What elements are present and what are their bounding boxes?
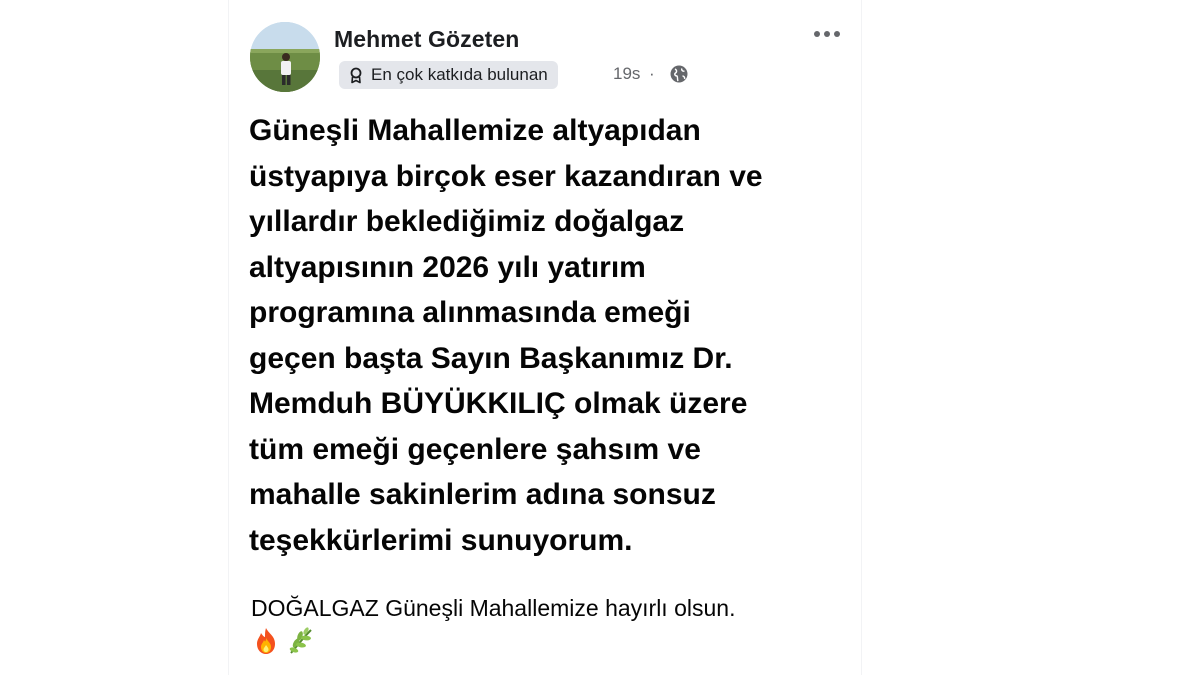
globe-icon[interactable] xyxy=(669,64,689,84)
dot xyxy=(824,31,830,37)
post-timestamp[interactable]: 19s xyxy=(613,64,640,84)
post-headline: Güneşli Mahallemize altyapıdan üstyapıya… xyxy=(249,114,763,557)
meta-separator: · xyxy=(649,64,655,83)
facebook-post: Mehmet Gözeten En çok katkıda bulunan 19… xyxy=(228,0,862,675)
dot xyxy=(834,31,840,37)
page: Mehmet Gözeten En çok katkıda bulunan 19… xyxy=(0,0,1200,675)
author-avatar[interactable] xyxy=(250,22,320,92)
more-options-icon[interactable] xyxy=(807,20,847,48)
emoji-row xyxy=(251,626,315,656)
herb-emoji xyxy=(285,626,315,656)
avatar-photo xyxy=(250,22,320,92)
author-name[interactable]: Mehmet Gözeten xyxy=(334,26,519,53)
fire-emoji xyxy=(251,626,281,656)
dot xyxy=(814,31,820,37)
contributor-badge-icon xyxy=(347,66,365,84)
badge-label: En çok katkıda bulunan xyxy=(371,65,548,84)
post-caption: DOĞALGAZ Güneşli Mahallemize hayırlı ols… xyxy=(251,595,736,621)
top-contributor-badge[interactable]: En çok katkıda bulunan xyxy=(339,61,558,89)
